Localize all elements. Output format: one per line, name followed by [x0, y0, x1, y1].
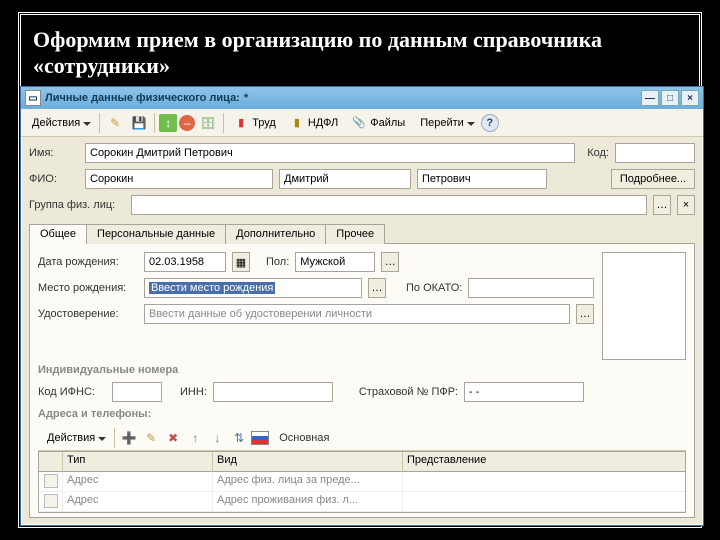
- row-icon: [44, 494, 58, 508]
- pfr-input[interactable]: - -: [464, 382, 584, 402]
- stop-icon[interactable]: –: [179, 115, 195, 131]
- tab-strip: Общее Персональные данные Дополнительно …: [29, 223, 695, 244]
- app-window: ▭ Личные данные физического лица: * — □ …: [20, 86, 704, 526]
- slide-title: Оформим прием в организацию по данным сп…: [33, 27, 687, 80]
- surname-input[interactable]: Сорокин: [85, 169, 273, 189]
- ifns-input[interactable]: [112, 382, 162, 402]
- close-button[interactable]: ×: [681, 90, 699, 106]
- help-button[interactable]: ?: [481, 114, 499, 132]
- firstname-input[interactable]: Дмитрий: [279, 169, 411, 189]
- sex-label: Пол:: [266, 256, 289, 268]
- pob-label: Место рождения:: [38, 282, 138, 294]
- files-button[interactable]: 📎Файлы: [346, 114, 411, 132]
- group-select-button[interactable]: …: [653, 195, 671, 215]
- more-button[interactable]: Подробнее...: [611, 169, 695, 189]
- tab-additional[interactable]: Дополнительно: [225, 224, 326, 244]
- pfr-label: Страховой № ПФР:: [359, 386, 458, 398]
- dob-picker-button[interactable]: ▦: [232, 252, 250, 272]
- group-input[interactable]: [131, 195, 647, 215]
- sex-input[interactable]: Мужской: [295, 252, 375, 272]
- id-label: Удостоверение:: [38, 308, 138, 320]
- group-clear-button[interactable]: ×: [677, 195, 695, 215]
- addr-section-label: Адреса и телефоны:: [38, 408, 686, 420]
- photo-box[interactable]: [602, 252, 686, 360]
- addr-up-icon[interactable]: ↑: [185, 428, 205, 448]
- name-label: Имя:: [29, 147, 79, 159]
- group-label: Группа физ. лиц:: [29, 199, 125, 211]
- actions-menu[interactable]: Действия: [25, 114, 95, 132]
- goto-menu[interactable]: Перейти: [413, 114, 479, 132]
- addr-actions-menu[interactable]: Действия: [40, 429, 110, 447]
- name-input[interactable]: Сорокин Дмитрий Петрович: [85, 143, 575, 163]
- fio-label: ФИО:: [29, 173, 79, 185]
- window-title: Личные данные физического лица:: [45, 92, 240, 104]
- db-icon[interactable]: 🗄: [197, 112, 219, 134]
- table-row[interactable]: Адрес Адрес проживания физ. л...: [39, 492, 685, 512]
- grid-col-marker[interactable]: [39, 452, 63, 472]
- row-icon: [44, 474, 58, 488]
- addr-sort-icon[interactable]: ⇅: [229, 428, 249, 448]
- inn-label: ИНН:: [180, 386, 207, 398]
- grid-col-kind[interactable]: Вид: [213, 452, 403, 472]
- dob-input[interactable]: 02.03.1958: [144, 252, 226, 272]
- addr-main-label: Основная: [279, 432, 329, 444]
- ind-numbers-label: Индивидуальные номера: [38, 364, 686, 376]
- tab-personal[interactable]: Персональные данные: [86, 224, 226, 244]
- pob-input[interactable]: Ввести место рождения: [144, 278, 362, 298]
- table-row[interactable]: Адрес Адрес физ. лица за преде...: [39, 472, 685, 492]
- trud-button[interactable]: ▮Труд: [228, 114, 282, 132]
- addr-flag-icon[interactable]: [251, 431, 269, 445]
- new-icon[interactable]: ✎: [104, 112, 126, 134]
- addr-edit-icon[interactable]: ✎: [141, 428, 161, 448]
- maximize-button[interactable]: □: [661, 90, 679, 106]
- main-toolbar: Действия ✎ 💾 ↕ – 🗄 ▮Труд ▮НДФЛ 📎Файлы Пе…: [21, 109, 703, 137]
- okato-label: По ОКАТО:: [406, 282, 462, 294]
- title-bar[interactable]: ▭ Личные данные физического лица: * — □ …: [21, 87, 703, 109]
- sex-select-button[interactable]: …: [381, 252, 399, 272]
- addr-down-icon[interactable]: ↓: [207, 428, 227, 448]
- addr-del-icon[interactable]: ✖: [163, 428, 183, 448]
- inn-input[interactable]: [213, 382, 333, 402]
- id-select-button[interactable]: …: [576, 304, 594, 324]
- okato-input[interactable]: [468, 278, 594, 298]
- ifns-label: Код ИФНС:: [38, 386, 106, 398]
- addr-add-icon[interactable]: ➕: [119, 428, 139, 448]
- code-label: Код:: [581, 147, 609, 159]
- grid-col-type[interactable]: Тип: [63, 452, 213, 472]
- minimize-button[interactable]: —: [641, 90, 659, 106]
- grid-col-repr[interactable]: Представление: [403, 452, 685, 472]
- tab-general[interactable]: Общее: [29, 224, 87, 244]
- modified-indicator: *: [244, 92, 248, 104]
- add-icon[interactable]: ↕: [159, 114, 177, 132]
- patronym-input[interactable]: Петрович: [417, 169, 547, 189]
- save-icon[interactable]: 💾: [128, 112, 150, 134]
- general-tabpage: Дата рождения: 02.03.1958 ▦ Пол: Мужской…: [29, 244, 695, 518]
- pob-select-button[interactable]: …: [368, 278, 386, 298]
- ndfl-button[interactable]: ▮НДФЛ: [284, 114, 344, 132]
- id-input[interactable]: Ввести данные об удостоверении личности: [144, 304, 570, 324]
- dob-label: Дата рождения:: [38, 256, 138, 268]
- tab-other[interactable]: Прочее: [325, 224, 385, 244]
- addr-grid: Тип Вид Представление Адрес Адрес физ. л…: [38, 451, 686, 513]
- doc-icon: ▭: [25, 90, 41, 106]
- addr-toolbar: Действия ➕ ✎ ✖ ↑ ↓ ⇅ Основная: [38, 426, 686, 451]
- code-input[interactable]: [615, 143, 695, 163]
